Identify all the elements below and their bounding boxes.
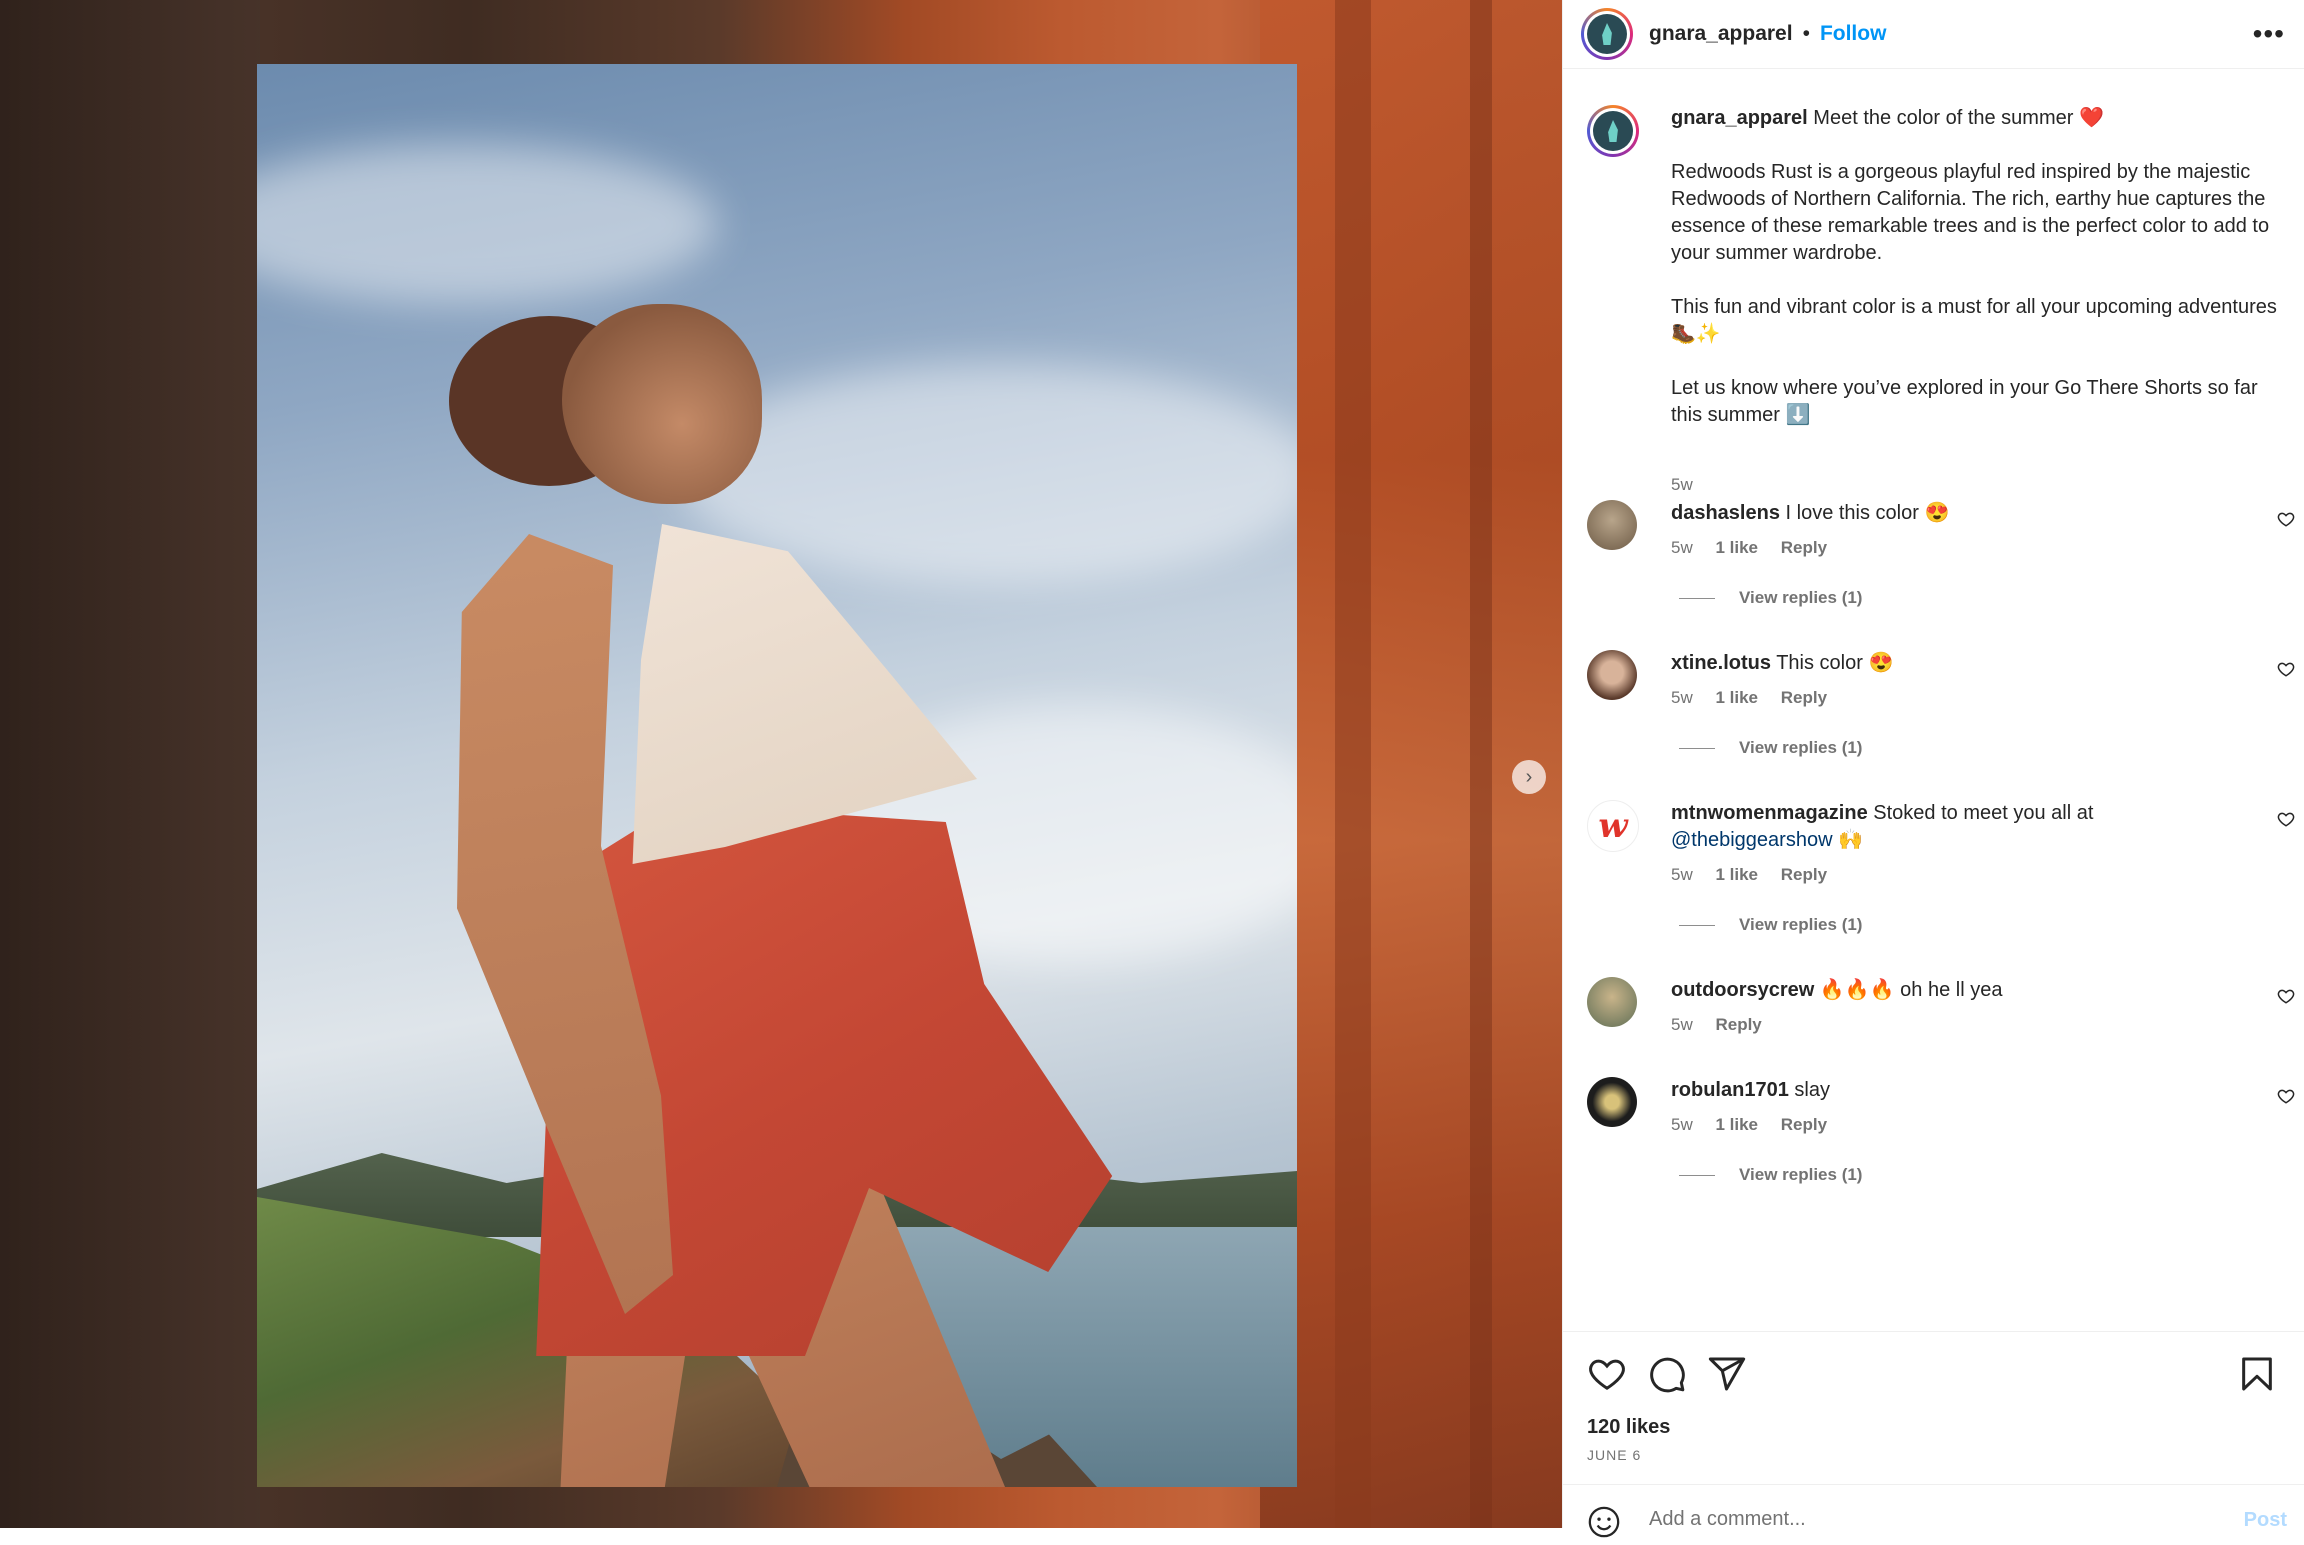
comment-meta: 5w 1 like Reply <box>1671 865 1845 885</box>
like-comment-heart-icon[interactable] <box>2277 810 2295 828</box>
replies-divider <box>1679 924 1715 926</box>
comment-like-count[interactable]: 1 like <box>1715 1115 1758 1134</box>
replies-divider <box>1679 597 1715 599</box>
caption-line: Meet the color of the summer ❤️ <box>1813 107 2104 129</box>
author-username[interactable]: gnara_apparel <box>1649 22 1793 46</box>
comment-content: Stoked to meet you all at <box>1873 802 2094 824</box>
chevron-right-icon: › <box>1525 765 1533 788</box>
follow-button[interactable]: Follow <box>1820 22 1887 46</box>
bookmark-icon[interactable] <box>2237 1354 2277 1394</box>
reply-button[interactable]: Reply <box>1781 538 1827 557</box>
comment-emoji: 🙌 <box>1838 829 1863 851</box>
w-logo-icon: w <box>1598 806 1628 846</box>
commenter-avatar[interactable]: w <box>1587 800 1639 852</box>
commenter-username[interactable]: dashaslens <box>1671 502 1780 524</box>
commenter-avatar[interactable] <box>1587 650 1637 700</box>
more-options-icon[interactable]: ••• <box>2253 18 2285 50</box>
comments-scroll-area[interactable]: gnara_apparel Meet the color of the summ… <box>1563 69 2304 1331</box>
post-media: › <box>0 0 1562 1528</box>
comment-like-count[interactable]: 1 like <box>1715 538 1758 557</box>
reply-button[interactable]: Reply <box>1781 865 1827 884</box>
reply-button[interactable]: Reply <box>1715 1015 1761 1034</box>
view-replies-label: View replies (1) <box>1739 588 1863 607</box>
reply-button[interactable]: Reply <box>1781 1115 1827 1134</box>
comment-meta: 5w Reply <box>1671 1015 1780 1035</box>
caption-text: gnara_apparel Meet the color of the summ… <box>1671 105 2291 456</box>
commenter-username[interactable]: xtine.lotus <box>1671 652 1771 674</box>
like-comment-heart-icon[interactable] <box>2277 987 2295 1005</box>
post-actions: 120 likes JUNE 6 Post <box>1563 1331 2304 1538</box>
commenter-username[interactable]: robulan1701 <box>1671 1079 1789 1101</box>
comment-meta: 5w 1 like Reply <box>1671 1115 1845 1135</box>
view-replies-label: View replies (1) <box>1739 738 1863 757</box>
comment-icon[interactable] <box>1647 1354 1687 1394</box>
bark-groove <box>1470 0 1492 1528</box>
model <box>257 64 1297 1487</box>
post-comment-button[interactable]: Post <box>2244 1509 2287 1532</box>
next-slide-button[interactable]: › <box>1512 760 1546 794</box>
like-comment-heart-icon[interactable] <box>2277 660 2295 678</box>
commenter-username[interactable]: outdoorsycrew <box>1671 979 1814 1001</box>
view-replies-button[interactable]: View replies (1) <box>1671 588 1862 608</box>
flame-logo-icon <box>1587 14 1627 54</box>
heart-icon[interactable] <box>1587 1354 1627 1394</box>
comment-timestamp: 5w <box>1671 865 1693 884</box>
background-bark-left <box>0 0 260 1528</box>
like-comment-heart-icon[interactable] <box>2277 1087 2295 1105</box>
post-photo <box>257 64 1297 1487</box>
caption-avatar[interactable] <box>1587 105 1639 157</box>
comment-timestamp: 5w <box>1671 1015 1693 1034</box>
bark-groove <box>1335 0 1371 1528</box>
caption-username[interactable]: gnara_apparel <box>1671 107 1808 129</box>
emoji-icon[interactable] <box>1587 1505 1621 1539</box>
post-header: gnara_apparel • Follow ••• <box>1563 0 2304 69</box>
caption-paragraph: Let us know where you’ve explored in you… <box>1671 377 2258 426</box>
post-panel: gnara_apparel • Follow ••• gnara_apparel… <box>1562 0 2304 1538</box>
comment-meta: 5w 1 like Reply <box>1671 688 1845 708</box>
comment-content: This color 😍 <box>1776 652 1894 674</box>
model-top <box>632 524 977 864</box>
flame-logo-icon <box>1593 111 1633 151</box>
comment-like-count[interactable]: 1 like <box>1715 688 1758 707</box>
add-comment-bar: Post <box>1563 1484 2304 1545</box>
comment-text: dashaslens I love this color 😍 <box>1671 500 2231 527</box>
comment-timestamp: 5w <box>1671 688 1693 707</box>
comment-meta: 5w 1 like Reply <box>1671 538 1845 558</box>
view-replies-label: View replies (1) <box>1739 915 1863 934</box>
comment-content: I love this color 😍 <box>1785 502 1950 524</box>
commenter-avatar[interactable] <box>1587 1077 1637 1127</box>
replies-divider <box>1679 1174 1715 1176</box>
view-replies-button[interactable]: View replies (1) <box>1671 738 1862 758</box>
separator-dot: • <box>1802 22 1810 45</box>
like-count[interactable]: 120 likes <box>1587 1416 1670 1439</box>
comment-text: outdoorsycrew 🔥🔥🔥 oh he ll yea <box>1671 977 2231 1004</box>
comment-content: 🔥🔥🔥 oh he ll yea <box>1819 979 2003 1001</box>
add-comment-input[interactable] <box>1647 1507 2211 1532</box>
commenter-username[interactable]: mtnwomenmagazine <box>1671 802 1868 824</box>
commenter-avatar[interactable] <box>1587 977 1637 1027</box>
comment-timestamp: 5w <box>1671 1115 1693 1134</box>
comment-content: slay <box>1794 1079 1830 1101</box>
comment-timestamp: 5w <box>1671 538 1693 557</box>
reply-button[interactable]: Reply <box>1781 688 1827 707</box>
view-replies-button[interactable]: View replies (1) <box>1671 1165 1862 1185</box>
mention-link[interactable]: @thebiggearshow <box>1671 829 1833 851</box>
like-comment-heart-icon[interactable] <box>2277 510 2295 528</box>
caption-timestamp: 5w <box>1671 475 1693 494</box>
caption-paragraph: This fun and vibrant color is a must for… <box>1671 296 2277 345</box>
comment-text: mtnwomenmagazine Stoked to meet you all … <box>1671 800 2231 854</box>
commenter-avatar[interactable] <box>1587 500 1637 550</box>
comment-text: robulan1701 slay <box>1671 1077 2231 1104</box>
replies-divider <box>1679 747 1715 749</box>
caption-paragraph: Redwoods Rust is a gorgeous playful red … <box>1671 161 2270 264</box>
view-replies-button[interactable]: View replies (1) <box>1671 915 1862 935</box>
comment-text: xtine.lotus This color 😍 <box>1671 650 2231 677</box>
author-avatar[interactable] <box>1581 8 1633 60</box>
comment-like-count[interactable]: 1 like <box>1715 865 1758 884</box>
post-date: JUNE 6 <box>1587 1447 1642 1463</box>
view-replies-label: View replies (1) <box>1739 1165 1863 1184</box>
share-icon[interactable] <box>1707 1354 1747 1394</box>
